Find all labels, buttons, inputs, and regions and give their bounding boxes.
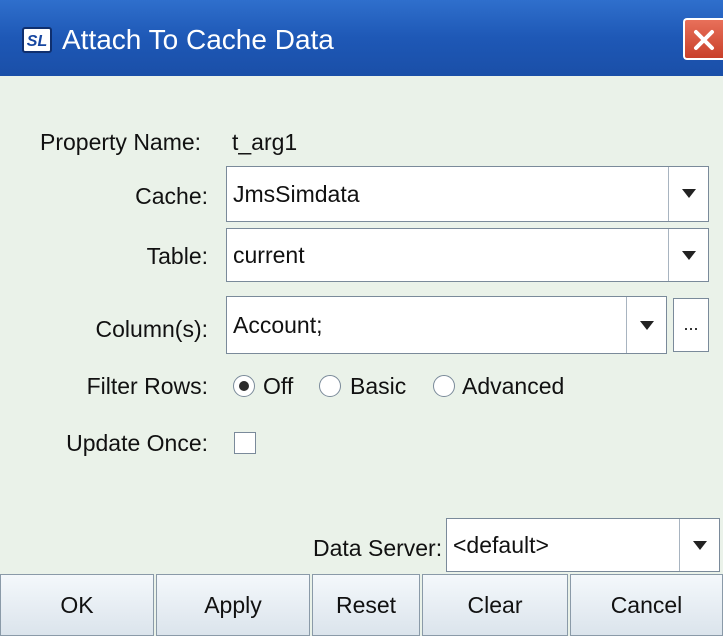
filter-basic-radio[interactable] xyxy=(319,375,341,397)
filter-off-radio[interactable] xyxy=(233,375,255,397)
ok-button[interactable]: OK xyxy=(0,574,154,636)
table-label: Table: xyxy=(146,243,208,269)
filter-rows-label: Filter Rows: xyxy=(86,373,208,399)
table-combobox[interactable]: current xyxy=(226,228,709,282)
cache-label: Cache: xyxy=(135,183,208,209)
chevron-down-icon xyxy=(693,541,707,550)
table-dropdown-button[interactable] xyxy=(668,229,708,281)
close-button[interactable] xyxy=(683,18,723,60)
filter-off-label: Off xyxy=(263,373,294,399)
property-name-label: Property Name: xyxy=(40,129,202,155)
property-name-value: t_arg1 xyxy=(232,129,298,155)
data-server-value: <default> xyxy=(453,532,549,558)
columns-value: Account; xyxy=(233,312,323,338)
reset-button[interactable]: Reset xyxy=(312,574,420,636)
cache-combobox[interactable]: JmsSimdata xyxy=(226,166,709,222)
data-server-combobox[interactable]: <default> xyxy=(446,518,720,572)
title-bar[interactable]: SL Attach To Cache Data xyxy=(0,0,723,76)
filter-advanced-radio[interactable] xyxy=(433,375,455,397)
columns-more-button[interactable]: ... xyxy=(673,298,709,352)
cancel-button[interactable]: Cancel xyxy=(570,574,723,636)
data-server-label: Data Server: xyxy=(313,535,443,561)
cache-value: JmsSimdata xyxy=(233,181,360,207)
attach-to-cache-dialog: SL Attach To Cache Data Property Name: t… xyxy=(0,0,723,636)
update-once-label: Update Once: xyxy=(66,430,208,456)
window-title: Attach To Cache Data xyxy=(62,24,334,55)
chevron-down-icon xyxy=(682,251,696,260)
chevron-down-icon xyxy=(682,189,696,198)
columns-dropdown-button[interactable] xyxy=(626,297,666,353)
update-once-checkbox[interactable] xyxy=(234,432,256,454)
columns-combobox[interactable]: Account; xyxy=(226,296,667,354)
apply-button[interactable]: Apply xyxy=(156,574,310,636)
clear-button[interactable]: Clear xyxy=(422,574,568,636)
chevron-down-icon xyxy=(640,321,654,330)
table-value: current xyxy=(233,242,305,268)
columns-label: Column(s): xyxy=(95,316,208,342)
close-icon xyxy=(694,30,714,50)
filter-basic-label: Basic xyxy=(350,373,407,399)
cache-dropdown-button[interactable] xyxy=(668,167,708,221)
app-logo-icon: SL xyxy=(22,27,52,53)
filter-advanced-label: Advanced xyxy=(462,373,565,399)
data-server-dropdown-button[interactable] xyxy=(679,519,719,571)
